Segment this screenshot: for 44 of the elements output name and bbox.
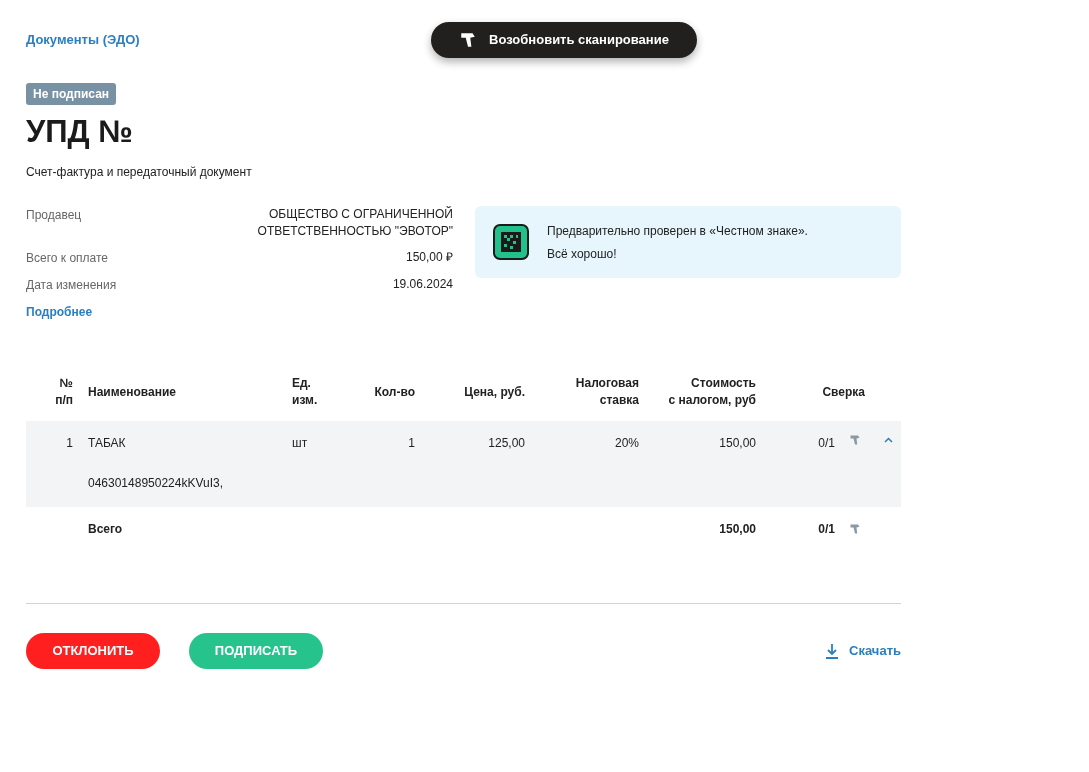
table-cell-text: шт (292, 435, 309, 452)
detail-value: ОБЩЕСТВО С ОГРАНИЧЕННОЙ ОТВЕТСТВЕННОСТЬЮ "ЭВОТОР" (256, 206, 453, 240)
column-header: Стоимость с налогом, руб (667, 375, 756, 409)
detail-label: Дата изменения (26, 277, 117, 294)
column-header: Налоговая ставка (574, 375, 639, 409)
table-cell-text: 125,00 (487, 435, 525, 452)
notice-text: Всё хорошо! (547, 245, 618, 263)
breadcrumb-link[interactable]: Документы (ЭДО) (26, 30, 140, 50)
column-header: Кол-во (373, 383, 415, 401)
download-label: Скачать (849, 642, 901, 661)
reject-button[interactable]: ОТКЛОНИТЬ (26, 633, 160, 669)
more-link[interactable]: Подробнее (26, 303, 453, 321)
table-cell-text: 1 (407, 435, 415, 452)
scanner-icon (459, 31, 478, 49)
detail-value: 19.06.2024 (391, 276, 453, 293)
scanner-icon (849, 523, 861, 535)
datamatrix-icon (493, 224, 529, 260)
product-code: 04630148950224kKVuI3, (87, 475, 224, 492)
detail-label: Продавец (26, 207, 82, 224)
document-subtitle: Счет-фактура и передаточный документ (26, 164, 253, 181)
detail-label: Всего к оплате (26, 250, 108, 267)
total-label: Всего (87, 521, 124, 538)
download-link[interactable]: Скачать (825, 641, 901, 661)
status-badge: Не подписан (26, 83, 117, 105)
table-cell-text: 0/1 (817, 435, 835, 452)
column-header: Сверка (821, 383, 866, 401)
table-cell-text: 1 (65, 435, 74, 452)
notice-text: Предварительно проверен в «Честном знаке». (547, 222, 808, 240)
table-cell-text: ТАБАК (87, 435, 127, 452)
sign-button[interactable]: ПОДПИСАТЬ (189, 633, 323, 669)
column-header: Цена, руб. (463, 383, 525, 401)
column-header: Наименование (87, 383, 178, 401)
table-cell-text: 150,00 (718, 435, 756, 452)
column-header: № п/п (54, 375, 74, 409)
column-header: Ед. изм. (292, 375, 319, 409)
document-title: УПД № (26, 113, 134, 151)
scanner-icon (849, 434, 861, 446)
resume-scan-button[interactable]: Возобновить сканирование (431, 22, 697, 58)
total-cost: 150,00 (718, 521, 756, 538)
download-icon (825, 643, 840, 659)
total-check: 0/1 (817, 521, 835, 538)
chevron-up-icon[interactable] (883, 437, 893, 443)
table-cell-text: 20% (613, 435, 639, 452)
detail-value: 150,00 ₽ (404, 249, 453, 266)
